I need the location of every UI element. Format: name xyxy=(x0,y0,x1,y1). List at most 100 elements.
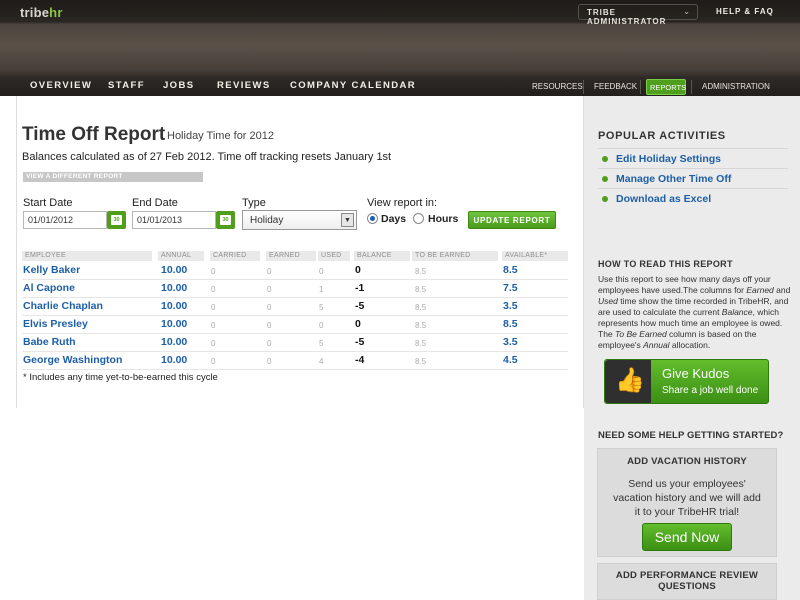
view-different-report-button[interactable]: VIEW A DIFFERENT REPORT xyxy=(23,172,203,182)
balances-note: Balances calculated as of 27 Feb 2012. T… xyxy=(22,151,392,163)
annual-value[interactable]: 10.00 xyxy=(161,336,187,348)
employee-name-link[interactable]: Elvis Presley xyxy=(23,318,88,330)
activity-edit-holiday-settings[interactable]: Edit Holiday Settings xyxy=(598,148,788,168)
vacation-history-text: Send us your employees' vacation history… xyxy=(613,478,761,518)
annual-value[interactable]: 10.00 xyxy=(161,300,187,312)
row-divider xyxy=(22,333,568,334)
used-value: 0 xyxy=(319,321,324,330)
thumbs-up-icon: 👍 xyxy=(605,360,651,403)
employee-name-link[interactable]: Babe Ruth xyxy=(23,336,76,348)
col-used: USED xyxy=(318,251,350,261)
to-be-earned-value: 8.5 xyxy=(415,357,427,366)
nav-resources[interactable]: RESOURCES xyxy=(532,82,583,91)
type-label: Type xyxy=(242,197,266,209)
to-be-earned-value: 8.5 xyxy=(415,303,427,312)
activity-label[interactable]: Download as Excel xyxy=(616,193,711,205)
balance-value: -4 xyxy=(355,354,365,366)
days-radio[interactable] xyxy=(367,213,378,224)
carried-value: 0 xyxy=(211,321,216,330)
employee-name-link[interactable]: George Washington xyxy=(23,354,122,366)
row-divider xyxy=(22,369,568,370)
help-link[interactable]: HELP & FAQ xyxy=(716,7,774,16)
nav-jobs[interactable]: JOBS xyxy=(163,80,194,91)
hours-radio[interactable] xyxy=(413,213,424,224)
carried-value: 0 xyxy=(211,267,216,276)
activity-manage-other-time-off[interactable]: Manage Other Time Off xyxy=(598,168,788,188)
employee-name-link[interactable]: Kelly Baker xyxy=(23,264,80,276)
col-earned: EARNED xyxy=(266,251,316,261)
available-value: 4.5 xyxy=(503,354,518,366)
end-date-label: End Date xyxy=(132,197,178,209)
tribehr-logo[interactable]: tribehr xyxy=(20,5,63,20)
annual-value[interactable]: 10.00 xyxy=(161,282,187,294)
hours-label[interactable]: Hours xyxy=(428,213,458,225)
activity-label[interactable]: Edit Holiday Settings xyxy=(616,153,721,165)
nav-reviews[interactable]: REVIEWS xyxy=(217,80,271,91)
nav-divider xyxy=(691,80,692,94)
balance-value: -5 xyxy=(355,300,365,312)
carried-value: 0 xyxy=(211,285,216,294)
kudos-title: Give Kudos xyxy=(662,366,730,381)
performance-review-title: ADD PERFORMANCE REVIEW QUESTIONS xyxy=(615,570,759,592)
employee-name-link[interactable]: Charlie Chaplan xyxy=(23,300,103,312)
carried-value: 0 xyxy=(211,303,216,312)
earned-value: 0 xyxy=(267,357,272,366)
start-date-calendar-button[interactable]: 30 xyxy=(107,211,126,229)
account-menu-label: TRIBE ADMINISTRATOR xyxy=(587,8,667,26)
page-subtitle: Holiday Time for 2012 xyxy=(167,130,274,142)
available-value: 3.5 xyxy=(503,336,518,348)
available-value: 7.5 xyxy=(503,282,518,294)
end-date-input[interactable]: 01/01/2013 xyxy=(132,211,216,229)
account-menu[interactable]: TRIBE ADMINISTRATOR ⌄ xyxy=(578,4,698,26)
update-report-button[interactable]: UPDATE REPORT xyxy=(468,211,556,229)
row-divider xyxy=(22,279,568,280)
start-date-input[interactable]: 01/01/2012 xyxy=(23,211,107,229)
days-label[interactable]: Days xyxy=(381,213,406,225)
nav-staff[interactable]: STAFF xyxy=(108,80,145,91)
chevron-down-icon: ⌄ xyxy=(683,7,691,16)
available-value: 8.5 xyxy=(503,264,518,276)
start-date-label: Start Date xyxy=(23,197,73,209)
bullet-icon xyxy=(602,196,608,202)
send-now-button[interactable]: Send Now xyxy=(642,523,732,551)
used-value: 4 xyxy=(319,357,324,366)
give-kudos-button[interactable]: 👍 Give Kudos Share a job well done xyxy=(604,359,769,404)
balance-value: 0 xyxy=(355,318,361,330)
col-employee: EMPLOYEE xyxy=(22,251,152,261)
annual-value[interactable]: 10.00 xyxy=(161,264,187,276)
nav-divider xyxy=(583,80,584,94)
nav-administration[interactable]: ADMINISTRATION xyxy=(702,82,770,91)
row-divider xyxy=(22,351,568,352)
earned-value: 0 xyxy=(267,339,272,348)
view-in-label: View report in: xyxy=(367,197,438,209)
employee-name-link[interactable]: Al Capone xyxy=(23,282,75,294)
row-divider xyxy=(22,315,568,316)
earned-value: 0 xyxy=(267,303,272,312)
bullet-icon xyxy=(602,176,608,182)
activity-download-excel[interactable]: Download as Excel xyxy=(598,188,788,208)
vacation-history-title: ADD VACATION HISTORY xyxy=(627,456,747,467)
type-select[interactable]: Holiday ▼ xyxy=(242,210,357,230)
calendar-icon: 30 xyxy=(111,215,122,225)
calendar-icon: 30 xyxy=(220,215,231,225)
col-carried: CARRIED xyxy=(210,251,260,261)
nav-feedback[interactable]: FEEDBACK xyxy=(594,82,637,91)
end-date-calendar-button[interactable]: 30 xyxy=(216,211,235,229)
earned-value: 0 xyxy=(267,321,272,330)
col-balance: BALANCE xyxy=(354,251,410,261)
nav-overview[interactable]: OVERVIEW xyxy=(30,80,92,91)
bullet-icon xyxy=(602,156,608,162)
activity-label[interactable]: Manage Other Time Off xyxy=(616,173,731,185)
balance-value: -1 xyxy=(355,282,365,294)
nav-company-calendar[interactable]: COMPANY CALENDAR xyxy=(290,80,416,91)
performance-review-card: ADD PERFORMANCE REVIEW QUESTIONS xyxy=(597,563,777,600)
annual-value[interactable]: 10.00 xyxy=(161,354,187,366)
popular-activities-title: POPULAR ACTIVITIES xyxy=(598,130,726,142)
to-be-earned-value: 8.5 xyxy=(415,339,427,348)
col-to-be-earned: TO BE EARNED xyxy=(412,251,498,261)
col-annual: ANNUAL xyxy=(158,251,204,261)
carried-value: 0 xyxy=(211,339,216,348)
nav-divider xyxy=(640,80,641,94)
nav-reports[interactable]: REPORTS xyxy=(646,79,686,95)
annual-value[interactable]: 10.00 xyxy=(161,318,187,330)
